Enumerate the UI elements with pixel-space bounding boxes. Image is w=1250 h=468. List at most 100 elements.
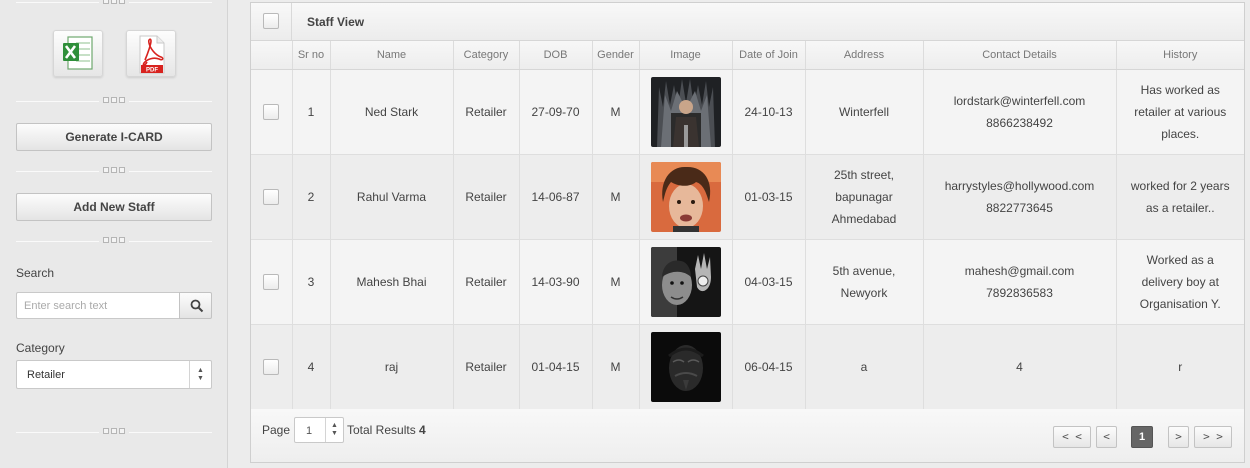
curly-haired-man-photo — [650, 161, 721, 232]
history-line: delivery boy at — [1141, 274, 1219, 289]
history-line: Worked as a — [1146, 252, 1214, 267]
total-results: Total Results 4 — [347, 423, 426, 437]
table-row[interactable]: 2 Rahul Varma Retailer 14-06-87 M 01-03-… — [251, 154, 1244, 240]
contact-email: 4 — [1016, 359, 1023, 374]
column-header[interactable]: History — [1116, 41, 1244, 70]
contact-cell: lordstark@winterfell.com 8866238492 — [923, 69, 1117, 155]
last-page-button[interactable]: > > — [1194, 426, 1232, 448]
row-checkbox[interactable] — [263, 359, 280, 376]
page-number-stepper[interactable]: 1 ▲ ▼ — [294, 417, 344, 443]
divider-grip — [99, 237, 129, 243]
column-header[interactable]: DOB — [519, 41, 593, 70]
history-line: Organisation Y. — [1139, 296, 1221, 311]
select-all-checkbox[interactable] — [263, 13, 279, 29]
row-checkbox[interactable] — [263, 189, 280, 206]
divider-grip — [99, 97, 129, 103]
name-cell: Ned Stark — [330, 69, 454, 155]
gender-cell: M — [592, 324, 640, 410]
column-header[interactable]: Sr no — [292, 41, 331, 70]
category-cell: Retailer — [453, 324, 520, 410]
history-line: places. — [1161, 126, 1200, 141]
total-results-count: 4 — [419, 423, 426, 437]
column-header[interactable]: Category — [453, 41, 520, 70]
category-cell: Retailer — [453, 69, 520, 155]
next-page-button[interactable]: > — [1168, 426, 1189, 448]
address-line: 5th avenue, — [832, 263, 896, 278]
sr-no-cell: 3 — [292, 239, 331, 325]
dob-cell: 01-04-15 — [519, 324, 593, 410]
first-page-button[interactable]: < < — [1053, 426, 1091, 448]
sidebar-divider — [16, 428, 212, 434]
name-cell: Rahul Varma — [330, 154, 454, 240]
man-on-iron-throne-photo — [650, 76, 721, 147]
date-of-join-cell: 06-04-15 — [732, 324, 806, 410]
staff-view-panel: Staff View Sr no Name Category DOB Gende… — [250, 2, 1245, 463]
address-line: Newyork — [840, 285, 888, 300]
search-input[interactable] — [16, 292, 179, 319]
name-cell: Mahesh Bhai — [330, 239, 454, 325]
address-cell: a — [805, 324, 924, 410]
address-line: Winterfell — [838, 104, 889, 119]
date-of-join-cell: 24-10-13 — [732, 69, 806, 155]
row-checkbox[interactable] — [263, 104, 280, 121]
address-line: Ahmedabad — [831, 211, 897, 226]
page-label: Page — [262, 423, 291, 437]
total-results-label: Total Results — [347, 423, 416, 437]
search-button[interactable] — [179, 292, 212, 319]
panel-title: Staff View — [307, 15, 365, 29]
address-cell: Winterfell — [805, 69, 924, 155]
column-header[interactable]: Image — [639, 41, 733, 70]
history-line: worked for 2 years — [1130, 178, 1230, 193]
address-line: a — [860, 359, 868, 374]
address-cell: 5th avenue, Newyork — [805, 239, 924, 325]
table-row[interactable]: 4 raj Retailer 01-04-15 M 06-04-15 a 4 r — [251, 324, 1244, 410]
dob-cell: 14-03-90 — [519, 239, 593, 325]
gender-cell: M — [592, 69, 640, 155]
date-of-join-cell: 04-03-15 — [732, 239, 806, 325]
current-page-button[interactable]: 1 — [1131, 426, 1153, 448]
history-line: Has worked as — [1140, 82, 1220, 97]
sidebar-divider — [16, 97, 212, 103]
export-pdf-button[interactable]: PDF — [126, 30, 176, 77]
gender-cell: M — [592, 154, 640, 240]
column-header[interactable]: Address — [805, 41, 924, 70]
category-select[interactable]: Retailer ▲ ▼ — [16, 360, 212, 389]
column-header[interactable]: Contact Details — [923, 41, 1117, 70]
staff-photo — [650, 161, 721, 232]
name-cell: raj — [330, 324, 454, 410]
sr-no-cell: 4 — [292, 324, 331, 410]
pdf-icon: PDF — [139, 35, 165, 74]
contact-cell: 4 — [923, 324, 1117, 410]
contact-email: harrystyles@hollywood.com — [944, 178, 1095, 193]
generate-icard-button[interactable]: Generate I-CARD — [16, 123, 212, 151]
table-row[interactable]: 3 Mahesh Bhai Retailer 14-03-90 M 04-03-… — [251, 239, 1244, 325]
sr-no-cell: 2 — [292, 154, 331, 240]
date-of-join-cell: 01-03-15 — [732, 154, 806, 240]
sidebar-divider — [16, 0, 212, 4]
table-row[interactable]: 1 Ned Stark Retailer 27-09-70 M 24-10-13… — [251, 69, 1244, 155]
history-cell: Worked as a delivery boy at Organisation… — [1116, 239, 1244, 325]
contact-cell: mahesh@gmail.com 7892836583 — [923, 239, 1117, 325]
column-header[interactable]: Date of Join — [732, 41, 806, 70]
dob-cell: 14-06-87 — [519, 154, 593, 240]
sidebar: PDF Generate I-CARD Add New Staff Search… — [0, 0, 228, 468]
contact-phone: 8866238492 — [986, 115, 1053, 130]
history-line: r — [1178, 359, 1183, 374]
address-line: 25th street, — [833, 167, 895, 182]
select-arrows-icon: ▲ ▼ — [189, 361, 211, 388]
address-line: bapunagar — [835, 189, 893, 204]
history-line: as a retailer.. — [1145, 200, 1215, 215]
pdf-icon-text: PDF — [146, 68, 158, 74]
address-cell: 25th street, bapunagar Ahmedabad — [805, 154, 924, 240]
gender-cell: M — [592, 239, 640, 325]
contact-phone: 8822773645 — [986, 200, 1053, 215]
row-checkbox[interactable] — [263, 274, 280, 291]
column-header[interactable]: Gender — [592, 41, 640, 70]
search-label: Search — [16, 266, 55, 280]
history-cell: Has worked as retailer at various places… — [1116, 69, 1244, 155]
column-header[interactable]: Name — [330, 41, 454, 70]
history-cell: r — [1116, 324, 1244, 410]
export-excel-button[interactable] — [53, 30, 103, 77]
prev-page-button[interactable]: < — [1096, 426, 1117, 448]
add-new-staff-button[interactable]: Add New Staff — [16, 193, 212, 221]
